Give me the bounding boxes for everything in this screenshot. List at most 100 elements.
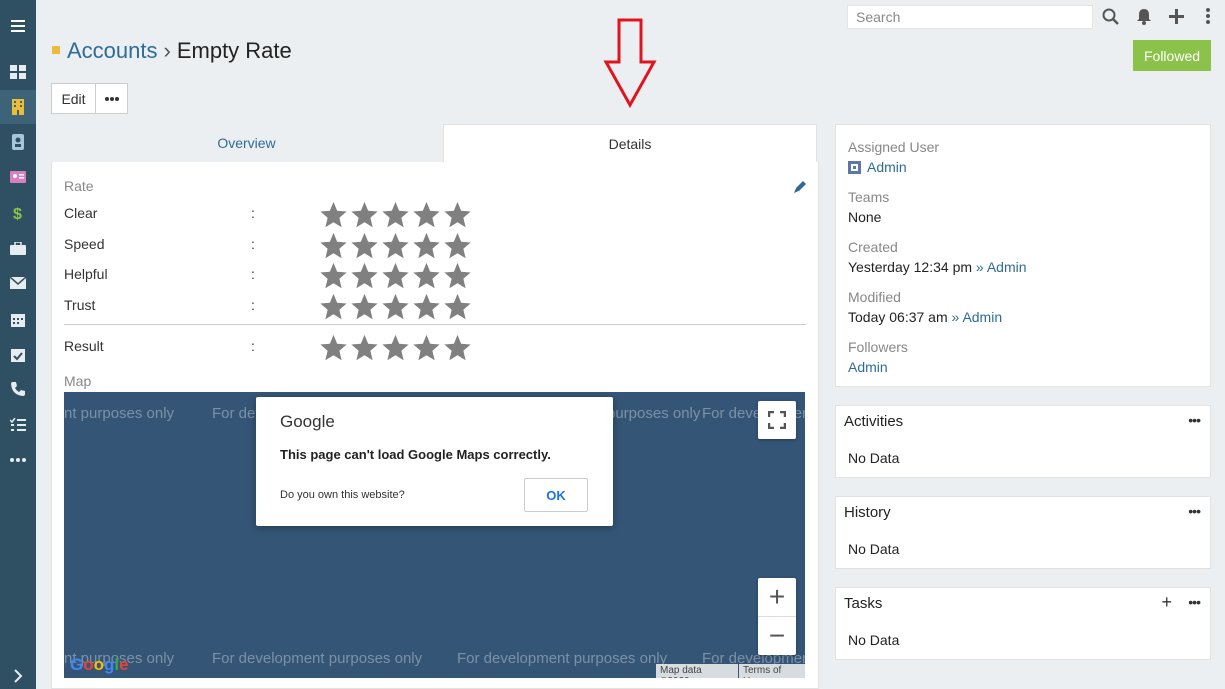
star-rating[interactable]	[318, 292, 473, 322]
rate-row-clear: Clear :	[64, 200, 484, 230]
meetings-icon[interactable]	[0, 337, 36, 371]
star-icon[interactable]	[349, 292, 380, 322]
breadcrumb-accounts-link[interactable]: Accounts	[67, 38, 158, 63]
star-icon[interactable]	[318, 261, 349, 291]
activities-empty-text: No Data	[848, 450, 900, 466]
more-icon[interactable]	[0, 443, 36, 477]
created-label: Created	[848, 239, 898, 255]
rate-colon: :	[251, 297, 255, 313]
more-icon	[104, 96, 119, 101]
assigned-user-value: Admin	[848, 159, 907, 175]
star-icon[interactable]	[380, 292, 411, 322]
zoom-controls: + −	[758, 578, 796, 655]
star-rating[interactable]	[318, 261, 473, 291]
contacts-icon[interactable]	[0, 125, 36, 159]
created-by-link[interactable]: Admin	[987, 259, 1027, 275]
star-icon[interactable]	[411, 261, 442, 291]
terms-of-use-link[interactable]: Terms of Use	[739, 664, 805, 678]
star-rating[interactable]	[318, 200, 473, 230]
svg-text:$: $	[13, 206, 22, 221]
dialog-question: Do you own this website?	[280, 489, 405, 501]
created-value: Yesterday 12:34 pm » Admin	[848, 259, 1027, 275]
followed-button[interactable]: Followed	[1133, 40, 1211, 71]
assigned-user-link[interactable]: Admin	[867, 159, 907, 175]
cases-icon[interactable]	[0, 231, 36, 265]
bell-icon[interactable]	[1134, 6, 1154, 26]
calls-icon[interactable]	[0, 372, 36, 406]
tasks-icon[interactable]	[0, 408, 36, 442]
rate-row-result: Result :	[64, 333, 484, 363]
star-icon[interactable]	[349, 261, 380, 291]
rate-colon: :	[251, 205, 255, 221]
edit-button[interactable]: Edit	[51, 83, 96, 114]
star-icon[interactable]	[380, 261, 411, 291]
star-icon[interactable]	[411, 333, 442, 363]
google-logo[interactable]: Google	[70, 655, 129, 675]
search-icon[interactable]	[1100, 6, 1120, 26]
modified-label: Modified	[848, 289, 901, 305]
fullscreen-button[interactable]	[758, 401, 796, 439]
calendar-icon[interactable]	[0, 302, 36, 336]
email-icon[interactable]	[0, 266, 36, 300]
tab-overview[interactable]: Overview	[51, 124, 442, 162]
more-vertical-icon[interactable]	[1198, 6, 1218, 26]
opportunities-icon[interactable]: $	[0, 196, 36, 230]
star-icon[interactable]	[318, 231, 349, 261]
rate-colon: :	[251, 236, 255, 252]
maps-error-dialog: Google This page can't load Google Maps …	[256, 397, 613, 526]
star-icon[interactable]	[380, 333, 411, 363]
activities-panel: Activities ••• No Data	[835, 405, 1211, 478]
history-menu-button[interactable]: •••	[1188, 503, 1201, 519]
created-by-separator: »	[975, 259, 984, 275]
star-icon[interactable]	[411, 292, 442, 322]
pencil-icon[interactable]	[793, 180, 807, 194]
star-icon[interactable]	[380, 200, 411, 230]
modified-time: Today 06:37 am	[848, 309, 948, 325]
star-icon[interactable]	[442, 231, 473, 261]
zoom-out-button[interactable]: −	[758, 617, 796, 655]
leads-icon[interactable]	[0, 160, 36, 194]
star-icon[interactable]	[318, 200, 349, 230]
fullscreen-icon	[768, 411, 786, 429]
star-icon[interactable]	[442, 333, 473, 363]
menu-icon[interactable]	[0, 9, 36, 43]
star-icon[interactable]	[442, 200, 473, 230]
modified-by-link[interactable]: Admin	[962, 309, 1002, 325]
search-input[interactable]	[847, 5, 1093, 29]
red-arrow-annotation	[603, 18, 657, 108]
add-task-button[interactable]: +	[1161, 592, 1172, 613]
tasks-menu-button[interactable]: •••	[1188, 594, 1201, 610]
rate-name: Speed	[64, 236, 105, 252]
plus-icon[interactable]	[1166, 6, 1186, 26]
map-watermark: nt purposes only	[64, 405, 175, 422]
activities-menu-button[interactable]: •••	[1188, 412, 1201, 428]
created-time: Yesterday 12:34 pm	[848, 259, 973, 275]
zoom-in-button[interactable]: +	[758, 579, 796, 617]
dashboard-icon[interactable]	[0, 55, 36, 89]
star-icon[interactable]	[442, 261, 473, 291]
star-rating[interactable]	[318, 231, 473, 261]
map-label: Map	[64, 373, 92, 389]
dialog-title: Google	[280, 412, 335, 431]
expand-icon[interactable]	[0, 659, 36, 689]
star-icon[interactable]	[349, 231, 380, 261]
star-icon[interactable]	[411, 231, 442, 261]
history-panel: History ••• No Data	[835, 496, 1211, 569]
follower-link[interactable]: Admin	[848, 359, 888, 375]
accounts-icon[interactable]	[0, 90, 36, 124]
star-icon[interactable]	[318, 333, 349, 363]
accounts-color-icon	[52, 46, 60, 54]
tab-details[interactable]: Details	[443, 124, 817, 162]
more-actions-button[interactable]	[96, 83, 128, 114]
star-rating	[318, 333, 473, 363]
star-icon[interactable]	[411, 200, 442, 230]
star-icon[interactable]	[349, 200, 380, 230]
star-icon[interactable]	[442, 292, 473, 322]
followers-label: Followers	[848, 339, 908, 355]
star-icon[interactable]	[318, 292, 349, 322]
star-icon[interactable]	[349, 333, 380, 363]
star-icon[interactable]	[380, 231, 411, 261]
rate-label: Rate	[64, 178, 94, 194]
dialog-ok-button[interactable]: OK	[524, 478, 588, 512]
history-empty-text: No Data	[848, 541, 900, 557]
